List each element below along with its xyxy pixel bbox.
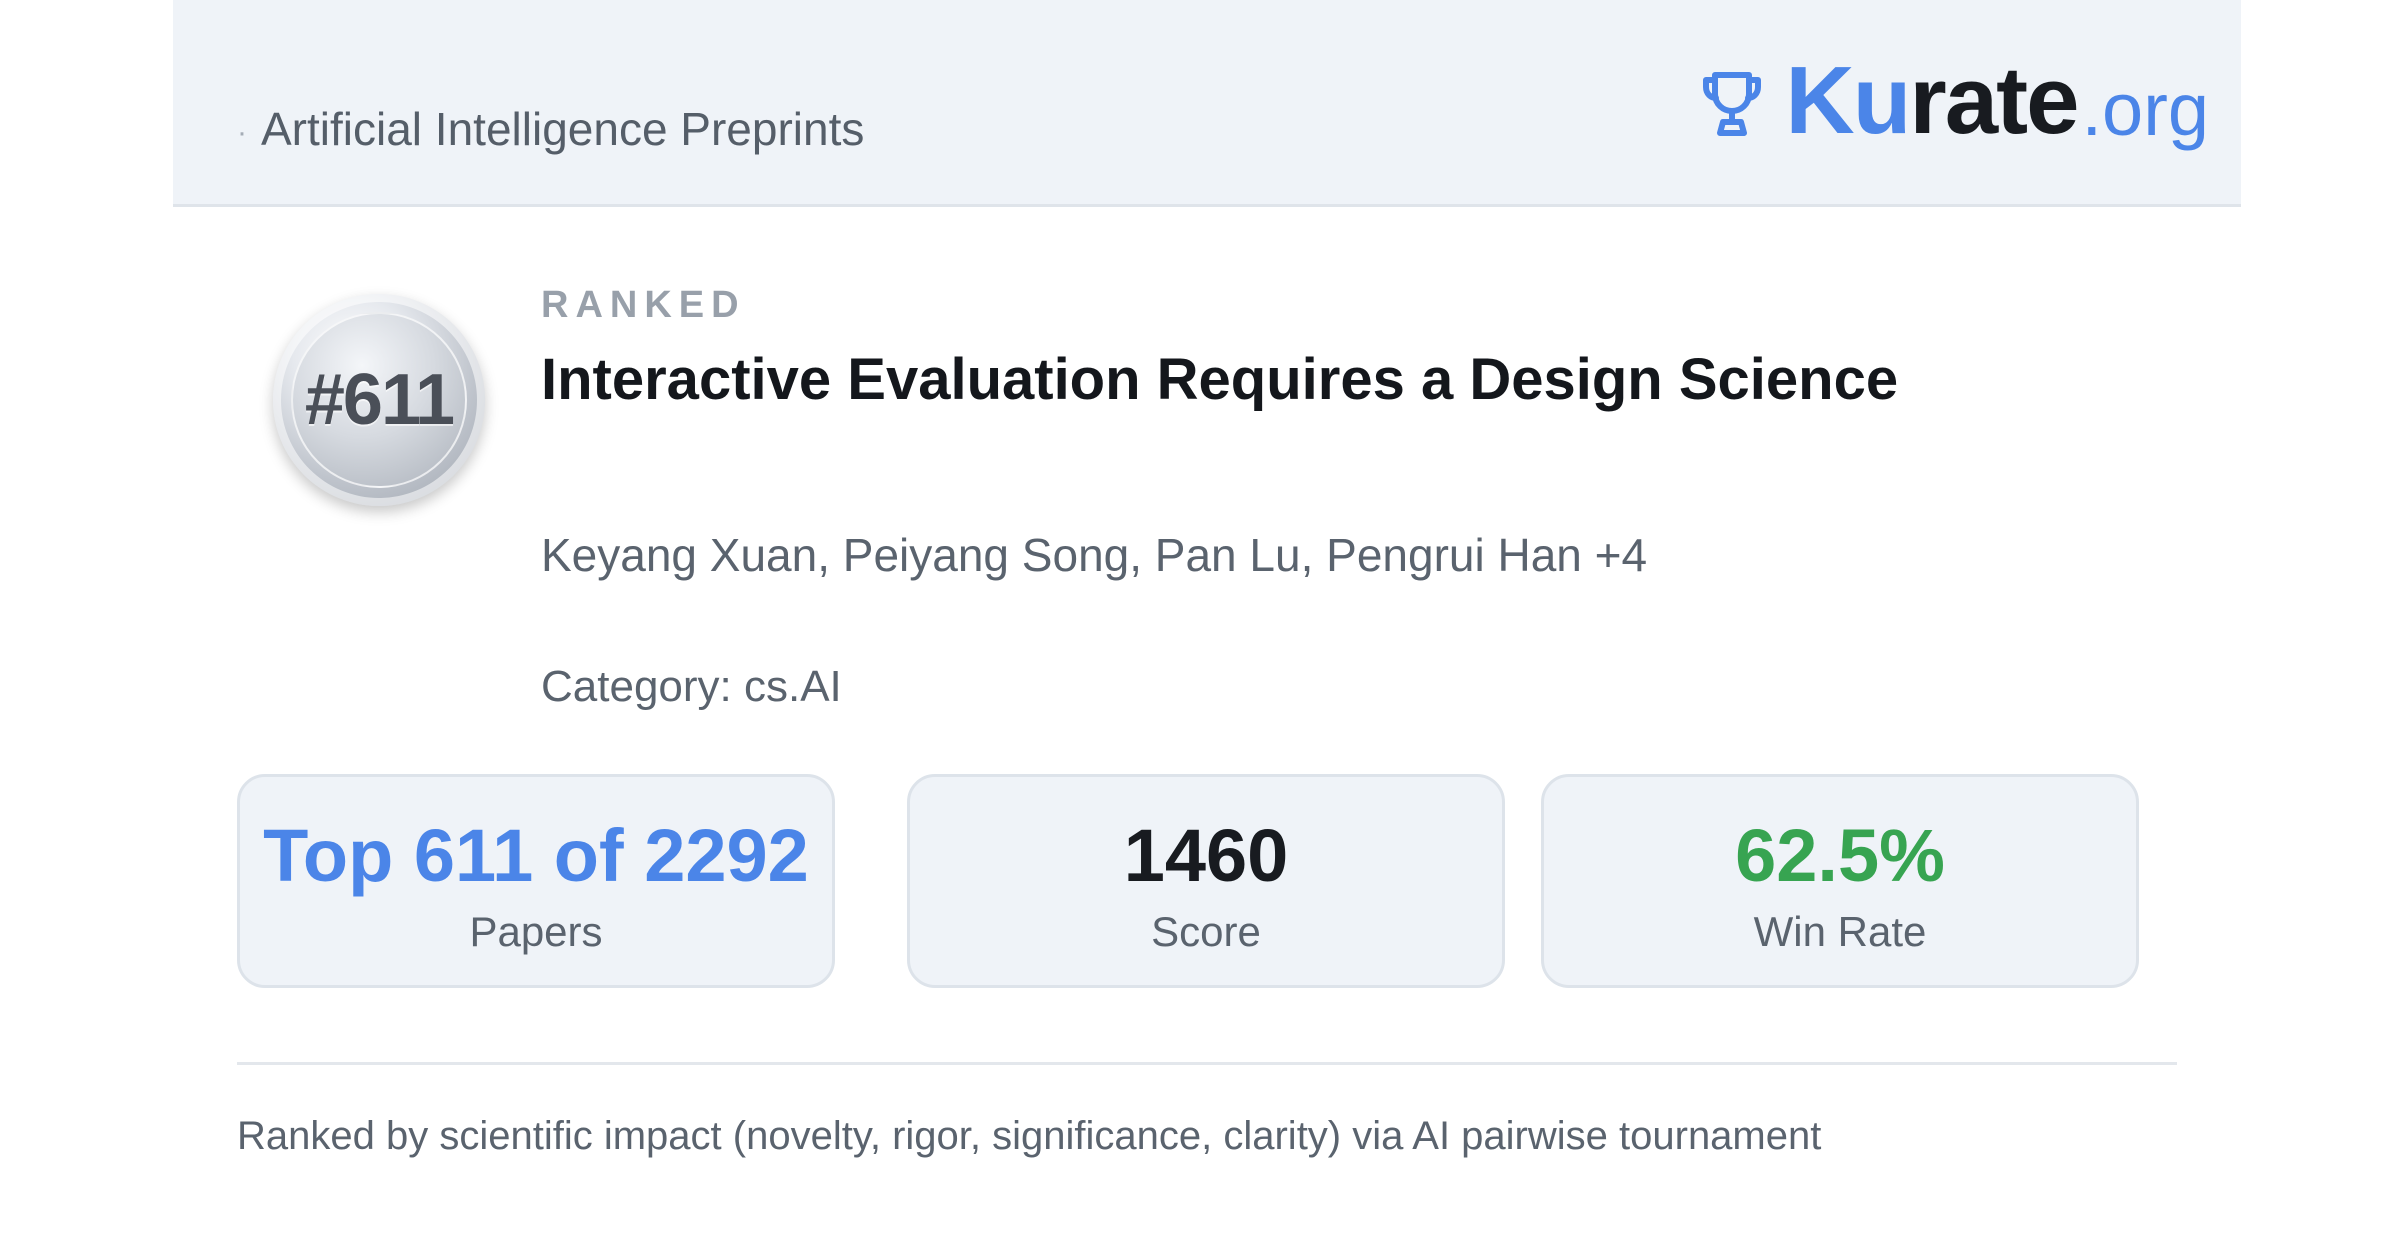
- stat-label-win-rate: Win Rate: [1753, 908, 1927, 955]
- stat-label-papers: Papers: [469, 908, 603, 955]
- paper-card: · Artificial Intelligence Preprints Ku rat…: [173, 0, 2241, 1260]
- rank-number: #611: [304, 360, 455, 440]
- logo-text-rate: rate: [1909, 47, 2079, 154]
- header-bar: · Artificial Intelligence Preprints Ku rat…: [173, 0, 2241, 207]
- breadcrumb-label: Artificial Intelligence Preprints: [261, 103, 865, 155]
- rank-medal: #611: [273, 294, 485, 506]
- kurate-logo[interactable]: Ku rate .org: [1701, 46, 2209, 156]
- logo-text-org: .org: [2081, 67, 2209, 151]
- stat-label-score: Score: [1151, 908, 1261, 955]
- divider: [237, 1062, 2177, 1065]
- paper-authors: Keyang Xuan, Peiyang Song, Pan Lu, Pengr…: [541, 529, 1648, 581]
- logo-text-ku: Ku: [1785, 47, 1911, 154]
- stat-card-win-rate: 62.5% Win Rate: [1541, 774, 2139, 988]
- paper-category: Category: cs.AI: [541, 662, 842, 711]
- stat-value-score: 1460: [1123, 814, 1289, 897]
- breadcrumb-separator: ·: [237, 115, 247, 149]
- stat-value-papers: Top 611 of 2292: [263, 814, 809, 897]
- ranking-method-note: Ranked by scientific impact (novelty, ri…: [237, 1114, 1822, 1158]
- breadcrumb[interactable]: · Artificial Intelligence Preprints: [237, 98, 864, 164]
- stat-card-score: 1460 Score: [907, 774, 1505, 988]
- paper-title[interactable]: Interactive Evaluation Requires a Design…: [541, 346, 1898, 413]
- ranked-label: RANKED: [541, 284, 746, 326]
- trophy-icon: [1703, 72, 1762, 136]
- stat-value-win-rate: 62.5%: [1735, 814, 1945, 897]
- stat-card-papers: Top 611 of 2292 Papers: [237, 774, 835, 988]
